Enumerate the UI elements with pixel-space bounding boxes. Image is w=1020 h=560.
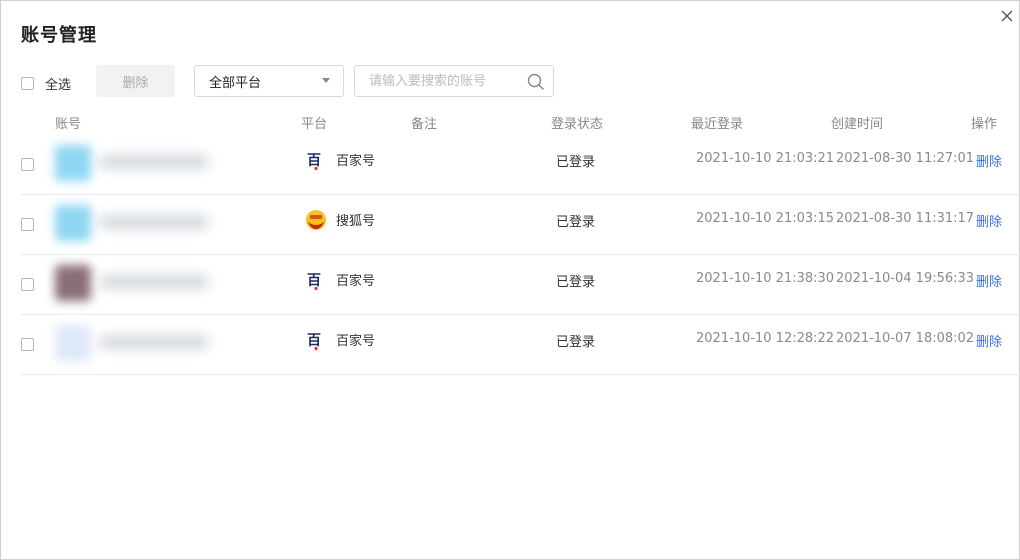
svg-text:百: 百 xyxy=(307,333,321,349)
created-time: 2021-08-30 11:31:17 xyxy=(836,211,975,226)
platform-name: 搜狐号 xyxy=(336,214,376,229)
select-all[interactable]: 全选 xyxy=(21,74,71,93)
platform-filter-select[interactable]: 全部平台 xyxy=(194,65,344,97)
login-status: 已登录 xyxy=(556,275,596,290)
platform-filter-value: 全部平台 xyxy=(209,75,262,91)
caret-down-icon xyxy=(322,78,330,83)
bulk-delete-button[interactable]: 删除 xyxy=(96,65,175,97)
platform-name: 百家号 xyxy=(336,334,376,349)
table-row: 搜狐号 已登录 2021-10-10 21:03:15 2021-08-30 11:3… xyxy=(21,195,1020,255)
avatar xyxy=(55,325,91,361)
delete-link[interactable]: 删除 xyxy=(976,151,1002,170)
created-time: 2021-10-04 19:56:33 xyxy=(836,271,975,286)
table-row: 百百家号 已登录 2021-10-10 21:38:30 2021-10-04 19:… xyxy=(21,255,1020,315)
created-time: 2021-10-07 18:08:02 xyxy=(836,331,975,346)
baijiahao-icon: 百 xyxy=(305,329,327,351)
avatar xyxy=(55,145,91,181)
header-last-login: 最近登录 xyxy=(691,117,744,132)
delete-link[interactable]: 删除 xyxy=(976,331,1002,350)
account-name-blurred xyxy=(99,275,209,289)
last-login-time: 2021-10-10 21:03:15 xyxy=(696,211,835,226)
header-note: 备注 xyxy=(411,117,438,132)
login-status: 已登录 xyxy=(556,215,596,230)
search-input[interactable] xyxy=(355,66,515,96)
account-name-blurred xyxy=(99,335,209,349)
svg-text:百: 百 xyxy=(307,153,321,169)
dialog-title: 账号管理 xyxy=(21,25,97,46)
header-status: 登录状态 xyxy=(551,117,604,132)
select-all-checkbox[interactable] xyxy=(21,77,34,90)
svg-text:百: 百 xyxy=(307,273,321,289)
header-platform: 平台 xyxy=(301,117,328,132)
avatar xyxy=(55,265,91,301)
search-icon[interactable] xyxy=(527,73,545,91)
login-status: 已登录 xyxy=(556,335,596,350)
table-row: 百百家号 已登录 2021-10-10 21:03:21 2021-08-30 11:… xyxy=(21,135,1020,195)
login-status: 已登录 xyxy=(556,155,596,170)
row-checkbox[interactable] xyxy=(21,278,34,291)
platform-name: 百家号 xyxy=(336,154,376,169)
search-box xyxy=(354,65,554,97)
header-created: 创建时间 xyxy=(831,117,884,132)
row-checkbox[interactable] xyxy=(21,338,34,351)
avatar xyxy=(55,205,91,241)
platform-name: 百家号 xyxy=(336,274,376,289)
baijiahao-icon: 百 xyxy=(305,269,327,291)
last-login-time: 2021-10-10 12:28:22 xyxy=(696,331,835,346)
created-time: 2021-08-30 11:27:01 xyxy=(836,151,975,166)
select-all-label: 全选 xyxy=(45,78,72,93)
header-account: 账号 xyxy=(55,117,82,132)
last-login-time: 2021-10-10 21:38:30 xyxy=(696,271,835,286)
account-name-blurred xyxy=(99,215,209,229)
account-management-dialog: 账号管理 全选 删除 全部平台 账号 平台 备注 登录状态 最近登录 创建时间 … xyxy=(0,0,1020,560)
row-checkbox[interactable] xyxy=(21,218,34,231)
delete-link[interactable]: 删除 xyxy=(976,271,1002,290)
header-action: 操作 xyxy=(971,117,998,132)
toolbar: 全选 删除 全部平台 xyxy=(21,65,581,97)
last-login-time: 2021-10-10 21:03:21 xyxy=(696,151,835,166)
account-name-blurred xyxy=(99,155,209,169)
table-row: 百百家号 已登录 2021-10-10 12:28:22 2021-10-07 18:… xyxy=(21,315,1020,375)
baijiahao-icon: 百 xyxy=(305,149,327,171)
close-icon[interactable] xyxy=(999,8,1015,24)
row-checkbox[interactable] xyxy=(21,158,34,171)
sohu-icon xyxy=(305,209,327,231)
table-header: 账号 平台 备注 登录状态 最近登录 创建时间 操作 xyxy=(1,113,1020,133)
delete-link[interactable]: 删除 xyxy=(976,211,1002,230)
